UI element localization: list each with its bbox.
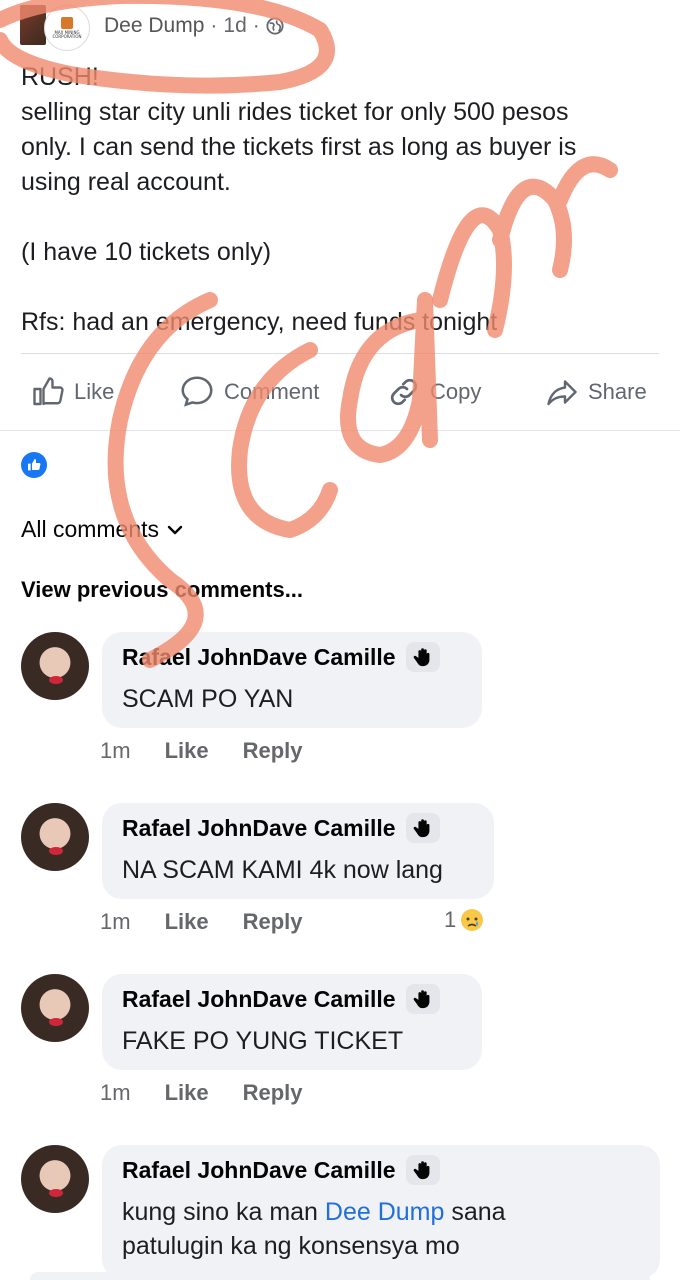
comment-like-button[interactable]: Like [165,1080,209,1106]
comment-time[interactable]: 1m [100,738,131,764]
avatar-detail [49,847,63,855]
chevron-down-icon [167,525,183,534]
comment-time[interactable]: 1m [100,909,131,935]
like-label: Like [74,379,115,404]
post-line: RUSH! [21,63,99,91]
comment-text-part: patulugin ka ng konsensya mo [122,1232,460,1260]
avatar-detail [49,1189,63,1197]
divider [0,430,680,431]
comments-filter-label: All comments [21,516,160,542]
page-logo: MAX MINING CORPORATION [44,5,90,51]
reaction-count: 1 [444,907,457,932]
comment-button[interactable]: Comment [178,373,319,411]
comment-bubble: Rafael JohnDave Camille FAKE PO YUNG TIC… [102,974,482,1070]
page-avatar[interactable]: MAX MINING CORPORATION [20,5,92,51]
commenter-name-text: Rafael JohnDave Camille [122,814,396,841]
author-line: Dee Dump · 1d · [104,14,284,38]
sad-face-icon [461,909,484,931]
wave-hand-icon [413,648,429,667]
commenter-name[interactable]: Rafael JohnDave Camille [122,1155,640,1185]
commenter-name-text: Rafael JohnDave Camille [122,1156,396,1183]
post-line: only. I can send the tickets first as lo… [21,133,577,161]
view-previous-comments[interactable]: View previous comments... [21,577,303,603]
commenter-name-text: Rafael JohnDave Camille [122,643,396,670]
comment-meta: 1m Like Reply [100,1080,337,1106]
comment-time[interactable]: 1m [100,1080,131,1106]
post-action-bar: Like Comment Copy Share [0,368,680,416]
comment-bubble: Rafael JohnDave Camille SCAM PO YAN [102,632,482,728]
comment-reply-button[interactable]: Reply [243,1080,303,1106]
post-line: (I have 10 tickets only) [21,238,272,266]
cover-thumbnail [20,5,46,45]
comment-reply-button[interactable]: Reply [243,909,303,935]
post-line: Rfs: had an emergency, need funds tonigh… [21,308,498,336]
logo-emblem-icon [61,17,73,29]
comment-bubble: Rafael JohnDave Camille kung sino ka man… [102,1145,660,1279]
comment-meta: 1m Like Reply [100,909,337,935]
wave-hand-icon [405,642,440,672]
wave-hand-icon [405,1155,440,1185]
post-time[interactable]: 1d [223,14,246,38]
thumbs-up-icon [33,377,64,406]
copy-label: Copy [430,379,482,404]
avatar[interactable] [21,1145,89,1213]
link-icon [390,378,418,406]
comment-text: NA SCAM KAMI 4k now lang [122,856,443,884]
wave-hand-icon [405,984,440,1014]
comment-text-part: sana [444,1198,506,1226]
comment-reply-button[interactable]: Reply [243,738,303,764]
comment-label: Comment [224,379,320,404]
avatar[interactable] [21,974,89,1042]
avatar-detail [49,676,63,684]
wave-hand-icon [405,813,440,843]
separator: · [252,14,260,37]
comment-text-part: kung sino ka man [122,1198,325,1226]
like-reaction-icon[interactable] [21,452,47,478]
comment-meta: 1m Like Reply [100,738,337,764]
avatar[interactable] [21,632,89,700]
post-line: using real account. [21,168,231,196]
logo-text: MAX MINING CORPORATION [52,30,82,39]
comment-like-button[interactable]: Like [165,738,209,764]
separator: · [210,14,218,37]
wave-hand-icon [413,990,429,1009]
commenter-name[interactable]: Rafael JohnDave Camille [122,984,462,1014]
copy-button[interactable]: Copy [386,374,481,410]
comment-bubble: Rafael JohnDave Camille NA SCAM KAMI 4k … [102,803,494,899]
avatar-detail [49,1018,63,1026]
author-name[interactable]: Dee Dump [104,14,204,38]
comment-reaction-count[interactable]: 1 [444,907,484,933]
post-header: MAX MINING CORPORATION Dee Dump · 1d · [20,0,284,52]
comment-icon [181,376,213,407]
post-body: RUSH! selling star city unli rides ticke… [21,60,661,340]
like-button[interactable]: Like [30,374,114,410]
share-label: Share [588,379,647,404]
wave-hand-icon [413,1161,429,1180]
share-arrow-icon [547,380,577,406]
globe-icon [266,17,284,35]
comment-text: FAKE PO YUNG TICKET [122,1027,404,1055]
mention-link[interactable]: Dee Dump [325,1198,445,1226]
comment-like-button[interactable]: Like [165,909,209,935]
commenter-name-text: Rafael JohnDave Camille [122,985,396,1012]
comment-text: kung sino ka man Dee Dump sana patulugin… [122,1195,640,1263]
commenter-name[interactable]: Rafael JohnDave Camille [122,642,462,672]
comment-text: SCAM PO YAN [122,685,294,713]
thumbs-up-icon [28,459,41,471]
divider [21,353,659,354]
commenter-name[interactable]: Rafael JohnDave Camille [122,813,474,843]
comment-composer-edge [30,1272,650,1280]
post-line: selling star city unli rides ticket for … [21,98,569,126]
wave-hand-icon [413,819,429,838]
comments-filter-dropdown[interactable]: All comments [21,516,183,543]
share-button[interactable]: Share [544,374,647,410]
avatar[interactable] [21,803,89,871]
